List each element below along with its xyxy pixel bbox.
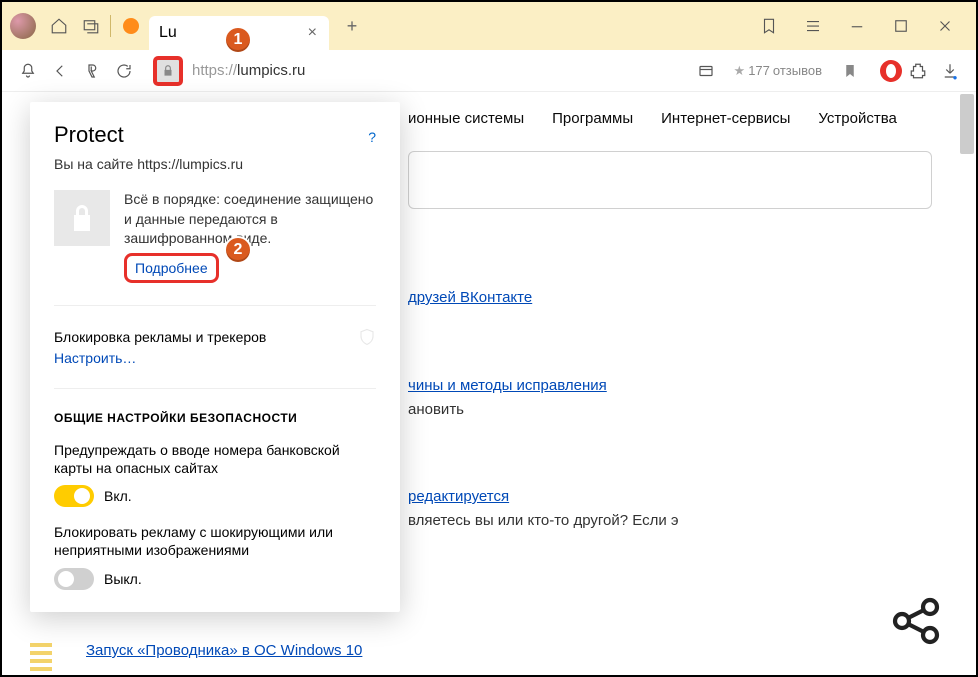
protect-status-text: Всё в порядке: соединение защищено и дан… (124, 190, 376, 249)
url-scheme: https:// (192, 62, 237, 79)
protect-site-text: Вы на сайте https://lumpics.ru (54, 156, 376, 172)
title-bar: Lu × + (2, 2, 976, 50)
downloads-icon[interactable]: ● (934, 55, 966, 87)
minimize-button[interactable] (844, 13, 870, 39)
bookmark-icon[interactable] (756, 13, 782, 39)
shield-icon (358, 328, 376, 346)
notifications-icon[interactable] (12, 55, 44, 87)
article-link-3[interactable]: редактируется (408, 488, 509, 505)
tab-title: Lu (159, 24, 177, 42)
yandex-button[interactable] (76, 55, 108, 87)
sidebar-handle[interactable] (30, 643, 52, 673)
toggle-bank-card-switch[interactable] (54, 485, 94, 507)
protect-site-prefix: Вы на сайте (54, 156, 137, 172)
home-icon[interactable] (46, 13, 72, 39)
nav-os[interactable]: ионные системы (408, 110, 524, 127)
security-settings-heading: ОБЩИЕ НАСТРОЙКИ БЕЗОПАСНОСТИ (54, 411, 376, 425)
protect-help-link[interactable]: ? (368, 129, 376, 145)
bookmark-page-icon[interactable] (834, 55, 866, 87)
lock-icon[interactable] (154, 57, 182, 85)
vertical-scrollbar[interactable] (960, 94, 974, 154)
maximize-button[interactable] (888, 13, 914, 39)
divider (54, 388, 376, 389)
adblock-label: Блокировка рекламы и трекеров (54, 329, 266, 345)
extensions-icon[interactable] (902, 55, 934, 87)
window-controls (756, 13, 968, 39)
menu-icon[interactable] (800, 13, 826, 39)
reviews-word: отзывов (773, 63, 822, 78)
card-icon[interactable] (690, 55, 722, 87)
reviews-count: 177 (748, 63, 770, 78)
new-tab-button[interactable]: + (337, 11, 367, 41)
close-window-button[interactable] (932, 13, 958, 39)
protect-more-link[interactable]: Подробнее (124, 253, 219, 283)
share-icon[interactable] (888, 593, 944, 649)
address-text: https://lumpics.ru (192, 62, 305, 79)
divider (54, 305, 376, 306)
nav-services[interactable]: Интернет-сервисы (661, 110, 790, 127)
address-bar-right: ★ 177 отзывов (690, 55, 866, 87)
article-link-1[interactable]: друзей ВКонтакте (408, 289, 532, 306)
toggle-bank-card-label: Предупреждать о вводе номера банковской … (54, 441, 376, 477)
article-link-2[interactable]: чины и методы исправления (408, 377, 607, 394)
toggle-bank-card-state: Вкл. (104, 488, 132, 504)
article-sub-2: ановить (408, 401, 974, 418)
reviews-badge[interactable]: ★ 177 отзывов (734, 63, 822, 79)
adblock-configure-link[interactable]: Настроить… (54, 350, 376, 366)
reload-button[interactable] (108, 55, 140, 87)
address-bar[interactable]: https://lumpics.ru ★ 177 отзывов (146, 54, 874, 88)
search-box[interactable] (408, 151, 932, 209)
protect-lock-icon (54, 190, 110, 246)
protect-panel: Protect ? Вы на сайте https://lumpics.ru… (30, 102, 400, 612)
toggle-shock-ads-state: Выкл. (104, 571, 142, 587)
site-favicon (123, 18, 139, 34)
tab-close-button[interactable]: × (298, 24, 317, 42)
nav-programs[interactable]: Программы (552, 110, 633, 127)
article-link-bottom[interactable]: Запуск «Проводника» в ОС Windows 10 (86, 642, 362, 659)
article-sub-3: вляетесь вы или кто-то другой? Если э (408, 512, 974, 529)
protect-site-url: https://lumpics.ru (137, 156, 243, 172)
toggle-shock-ads-switch[interactable] (54, 568, 94, 590)
tab-icon[interactable] (78, 13, 104, 39)
nav-devices[interactable]: Устройства (818, 110, 896, 127)
toggle-shock-ads-label: Блокировать рекламу с шокирующими или не… (54, 523, 376, 559)
adblock-icon[interactable] (880, 60, 902, 82)
toolbar: https://lumpics.ru ★ 177 отзывов ● (2, 50, 976, 92)
url-host: lumpics.ru (237, 62, 305, 79)
callout-badge-2: 2 (224, 236, 252, 264)
callout-badge-1: 1 (224, 26, 252, 54)
divider (110, 15, 111, 37)
back-button[interactable] (44, 55, 76, 87)
star-icon: ★ (734, 63, 746, 79)
protect-title: Protect (54, 122, 124, 148)
profile-avatar[interactable] (10, 13, 36, 39)
